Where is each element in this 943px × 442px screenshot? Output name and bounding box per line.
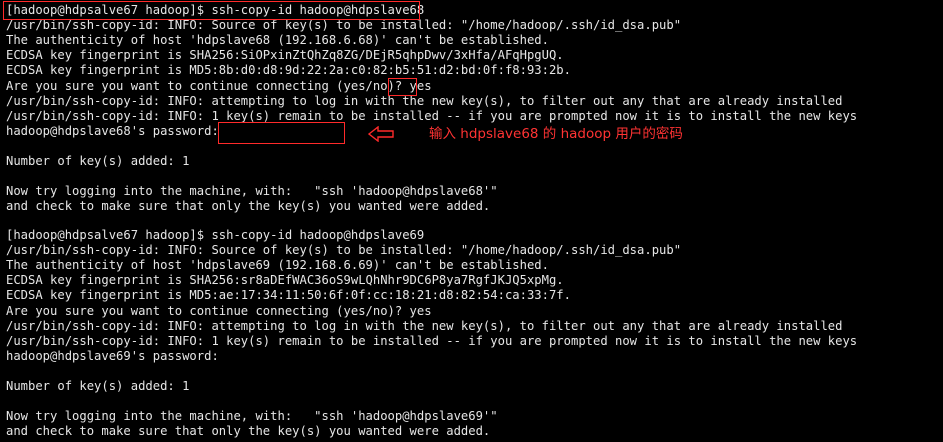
left-arrow-icon	[368, 126, 394, 142]
terminal-line: ECDSA key fingerprint is SHA256:sr8aDEfW…	[6, 273, 564, 287]
terminal-line: Are you sure you want to continue connec…	[6, 304, 432, 318]
yes-highlight-box	[388, 78, 417, 96]
terminal-line: ECDSA key fingerprint is SHA256:SiOPxinZ…	[6, 48, 564, 62]
command-highlight-box	[3, 1, 420, 20]
terminal-line: hadoop@hdpslave69's password:	[6, 349, 219, 363]
terminal-line: Now try logging into the machine, with: …	[6, 409, 498, 423]
terminal-line: [hadoop@hdpsalve67 hadoop]$ ssh-copy-id …	[6, 228, 425, 242]
terminal-line: ECDSA key fingerprint is MD5:8b:d0:d8:9d…	[6, 63, 571, 77]
terminal-line: Now try logging into the machine, with: …	[6, 184, 498, 198]
terminal-line: ECDSA key fingerprint is MD5:ae:17:34:11…	[6, 288, 571, 302]
terminal-line: hadoop@hdpslave68's password:	[6, 124, 219, 138]
password-hint-annotation: 输入 hdpslave68 的 hadoop 用户的密码	[429, 126, 683, 142]
terminal-line: /usr/bin/ssh-copy-id: INFO: attempting t…	[6, 94, 843, 108]
terminal-line: Number of key(s) added: 1	[6, 154, 190, 168]
terminal-line: and check to make sure that only the key…	[6, 199, 491, 213]
terminal-line: The authenticity of host 'hdpslave68 (19…	[6, 33, 549, 47]
terminal-window[interactable]: [hadoop@hdpsalve67 hadoop]$ ssh-copy-id …	[0, 0, 943, 442]
terminal-line: /usr/bin/ssh-copy-id: INFO: attempting t…	[6, 319, 843, 333]
terminal-line: Are you sure you want to continue connec…	[6, 79, 432, 93]
terminal-line: /usr/bin/ssh-copy-id: INFO: Source of ke…	[6, 18, 682, 32]
terminal-line: and check to make sure that only the key…	[6, 424, 491, 438]
terminal-line: Number of key(s) added: 1	[6, 379, 190, 393]
password-input-box[interactable]	[218, 122, 345, 144]
terminal-line: The authenticity of host 'hdpslave69 (19…	[6, 258, 549, 272]
terminal-line: /usr/bin/ssh-copy-id: INFO: Source of ke…	[6, 243, 682, 257]
terminal-line: /usr/bin/ssh-copy-id: INFO: 1 key(s) rem…	[6, 334, 858, 348]
terminal-line: /usr/bin/ssh-copy-id: INFO: 1 key(s) rem…	[6, 109, 858, 123]
